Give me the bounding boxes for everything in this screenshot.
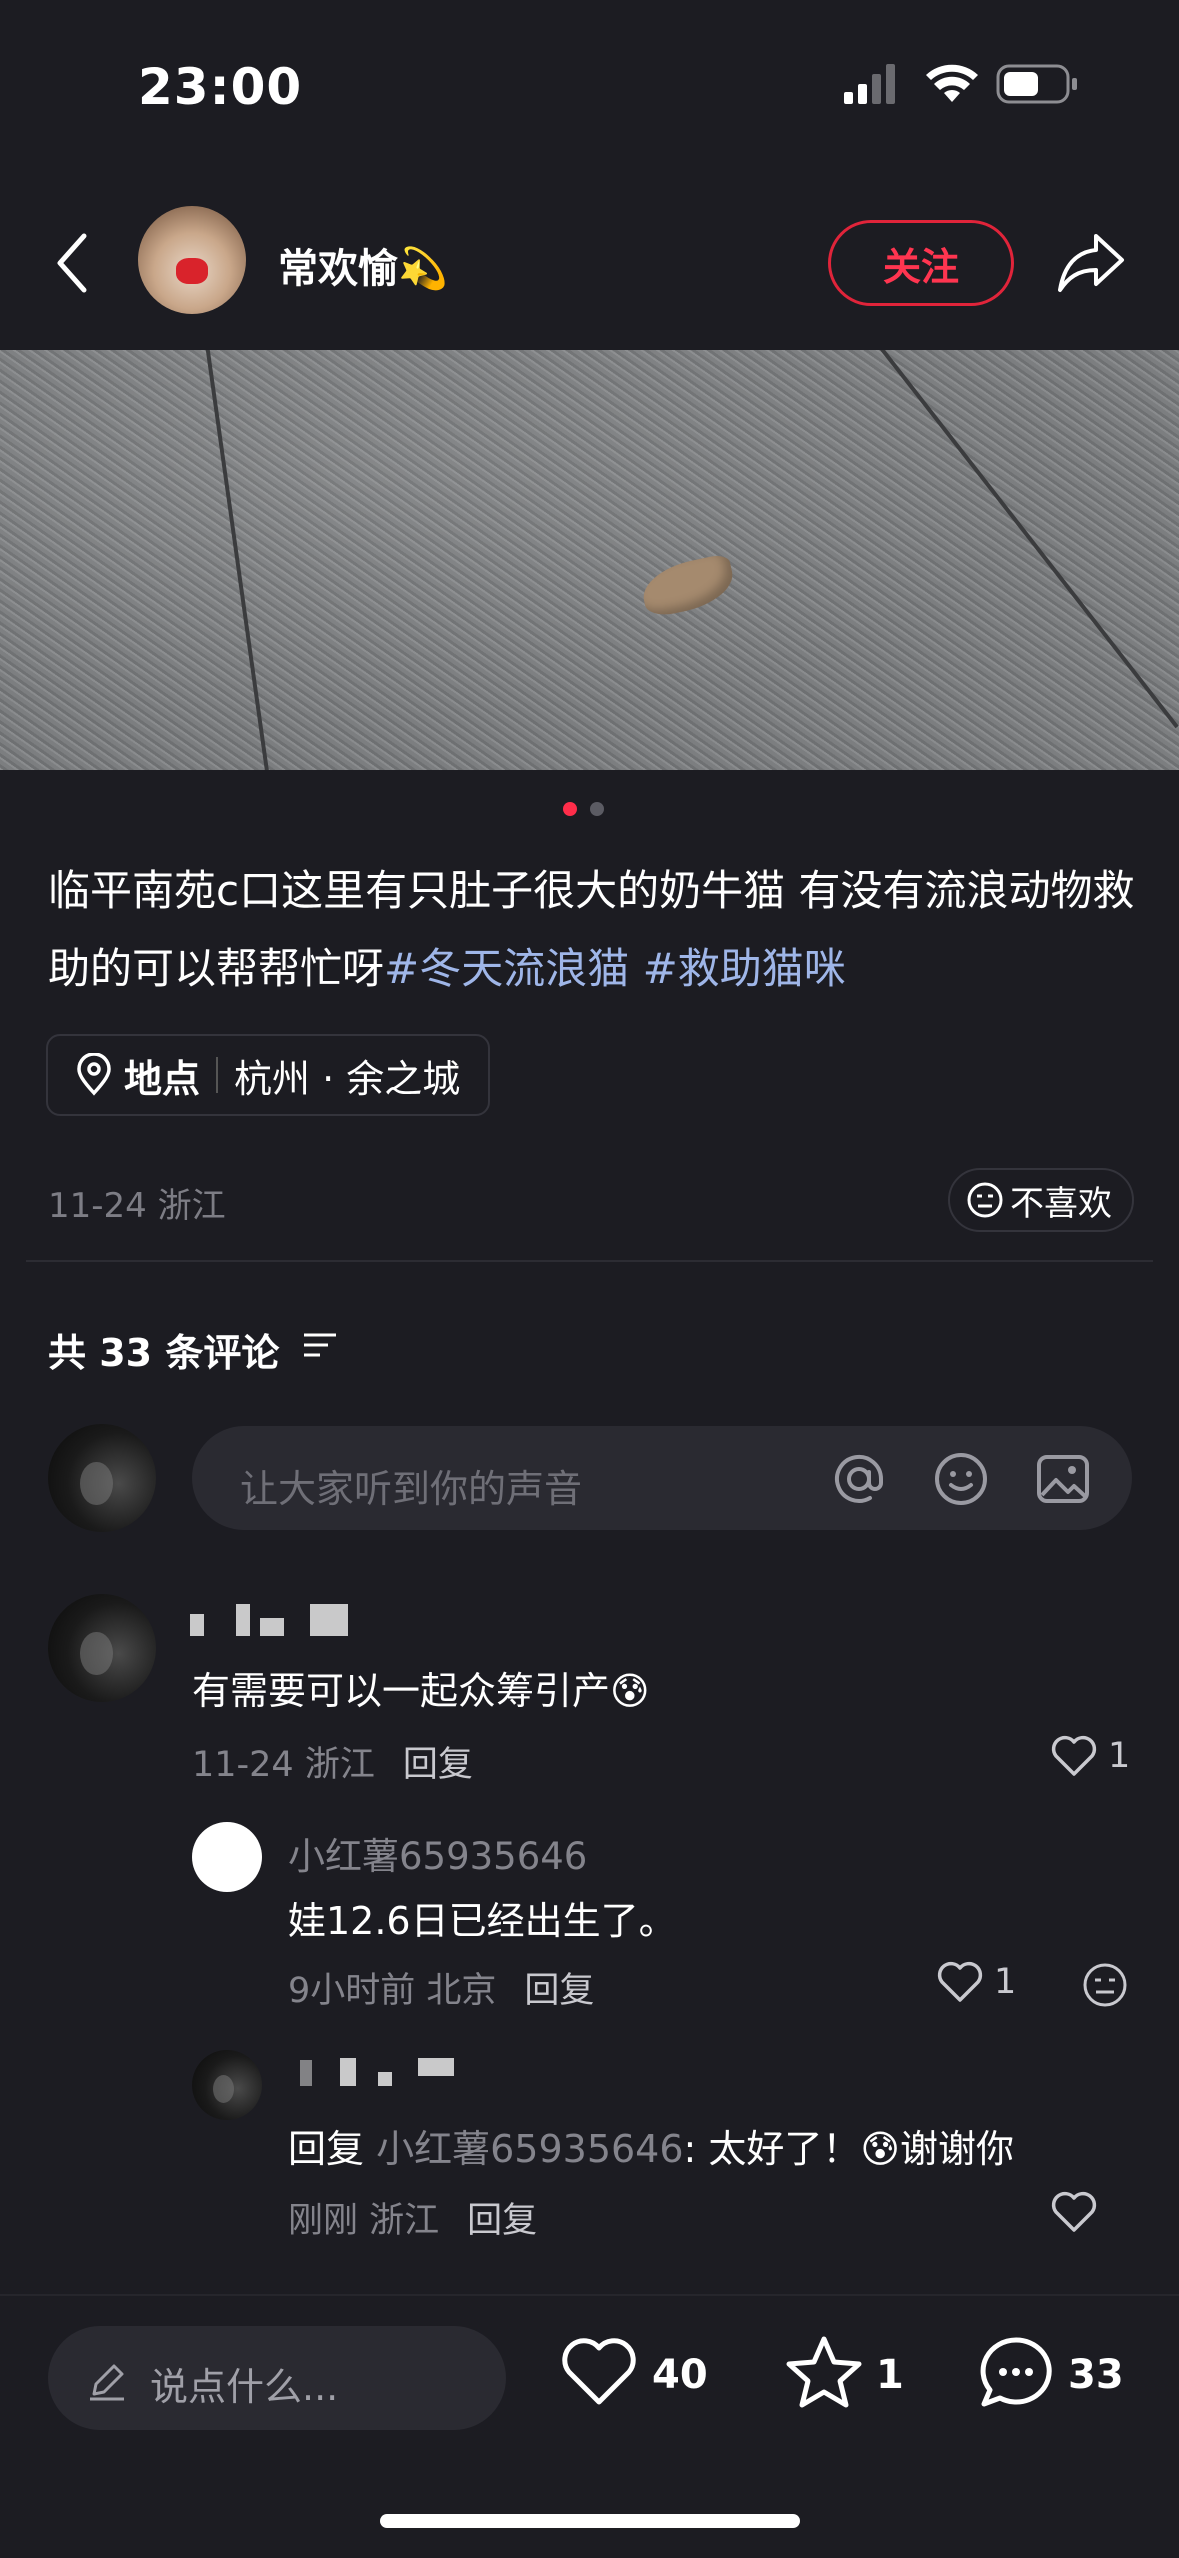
meh-face-icon [967, 1182, 1003, 1218]
reply-button[interactable]: 回复 [467, 2201, 537, 2241]
share-icon[interactable] [1056, 228, 1128, 294]
reply-date: 刚刚 浙江 [288, 2201, 440, 2241]
star-icon[interactable] [784, 2334, 864, 2410]
comment-text: 有需要可以一起众筹引产😰 [192, 1660, 650, 1715]
carousel-dot [590, 802, 604, 816]
hashtag-link[interactable]: #冬天流浪猫 [384, 944, 629, 993]
status-time: 23:00 [138, 58, 303, 116]
like-count: 1 [1108, 1736, 1131, 1776]
post-date: 11-24 浙江 [48, 1186, 226, 1226]
like-heart-icon[interactable] [1050, 1734, 1098, 1778]
sort-icon[interactable] [302, 1330, 338, 1362]
hashtag-link[interactable]: #救助猫咪 [643, 944, 846, 993]
comment-bubble-icon[interactable] [976, 2334, 1056, 2412]
commenter-avatar[interactable] [48, 1594, 156, 1702]
author-avatar[interactable] [138, 206, 246, 314]
like-heart-icon[interactable] [1050, 2190, 1098, 2234]
reply-text: 娃12.6日已经出生了。 [288, 1899, 677, 1943]
image-icon[interactable] [1034, 1450, 1092, 1508]
reply-meta: 刚刚 浙江 回复 [288, 2192, 537, 2243]
comment-count-bottom: 33 [1068, 2352, 1124, 2398]
wifi-icon [926, 64, 978, 102]
carousel-dot-active [563, 802, 577, 816]
star-count: 1 [876, 2352, 904, 2398]
comment-count-text: 共 33 条评论 [48, 1331, 280, 1375]
location-pin-icon [77, 1053, 111, 1096]
crying-emoji: 😰 [860, 2127, 901, 2171]
reply-text-part: : 太好了！ [683, 2127, 861, 2171]
battery-icon [996, 64, 1077, 104]
reply-meta: 9小时前 北京 回复 [288, 1962, 594, 2013]
dislike-face-icon[interactable] [1082, 1962, 1128, 2008]
back-icon[interactable] [52, 232, 92, 294]
sparkle-emoji: 💫 [398, 246, 448, 292]
post-text: 临平南苑c口这里有只肚子很大的奶牛猫 有没有流浪动物救助的可以帮帮忙呀#冬天流浪… [48, 852, 1138, 1008]
reply-button[interactable]: 回复 [403, 1745, 473, 1785]
post-image[interactable] [0, 350, 1179, 770]
reply-user-name-redacted [300, 2056, 460, 2088]
like-heart-icon[interactable] [936, 1960, 984, 2004]
mention-icon[interactable] [830, 1450, 888, 1508]
location-label: 地点 [124, 1056, 201, 1101]
reply-text-part: 谢谢你 [900, 2127, 1015, 2171]
commenter-name-redacted [190, 1602, 360, 1638]
crying-emoji: 😰 [610, 1669, 650, 1713]
divider [26, 1260, 1153, 1262]
author-name-text: 常欢愉 [278, 246, 398, 292]
reply-user-name[interactable]: 小红薯65935646 [288, 1826, 587, 1880]
home-indicator [380, 2514, 800, 2528]
emoji-icon[interactable] [932, 1450, 990, 1508]
location-value: 杭州 · 余之城 [234, 1056, 461, 1101]
follow-button[interactable]: 关注 [828, 220, 1014, 306]
like-count: 40 [652, 2352, 708, 2398]
author-name[interactable]: 常欢愉💫 [278, 236, 448, 294]
like-heart-icon[interactable] [560, 2336, 638, 2408]
location-chip[interactable]: 地点 杭州 · 余之城 [46, 1034, 491, 1116]
comment-input-placeholder: 让大家听到你的声音 [240, 1467, 583, 1511]
reply-to-user[interactable]: 小红薯65935646 [376, 2127, 683, 2171]
say-something-placeholder: 说点什么... [150, 2365, 339, 2409]
cat-avatar[interactable]: 🐱 [192, 1822, 262, 1892]
reply-date: 9小时前 北京 [288, 1971, 497, 2011]
reply-button[interactable]: 回复 [524, 1971, 594, 2011]
comment-date: 11-24 浙江 [192, 1745, 375, 1785]
leaf-in-photo [638, 552, 738, 620]
dislike-label: 不喜欢 [1010, 1183, 1112, 1224]
comment-count: 共 33 条评论 [48, 1322, 279, 1377]
reply-prefix: 回复 [288, 2127, 365, 2171]
like-count: 1 [994, 1962, 1017, 2002]
reply-text: 回复 小红薯65935646: 太好了！😰谢谢你 [288, 2118, 1014, 2173]
comment-text-body: 有需要可以一起众筹引产 [192, 1669, 611, 1713]
dislike-button[interactable]: 不喜欢 [948, 1168, 1134, 1232]
signal-icon [844, 64, 895, 104]
comment-meta: 11-24 浙江 回复 [192, 1736, 473, 1787]
my-avatar [48, 1424, 156, 1532]
pencil-icon [90, 2364, 124, 2401]
my-reply-avatar[interactable] [192, 2050, 262, 2120]
